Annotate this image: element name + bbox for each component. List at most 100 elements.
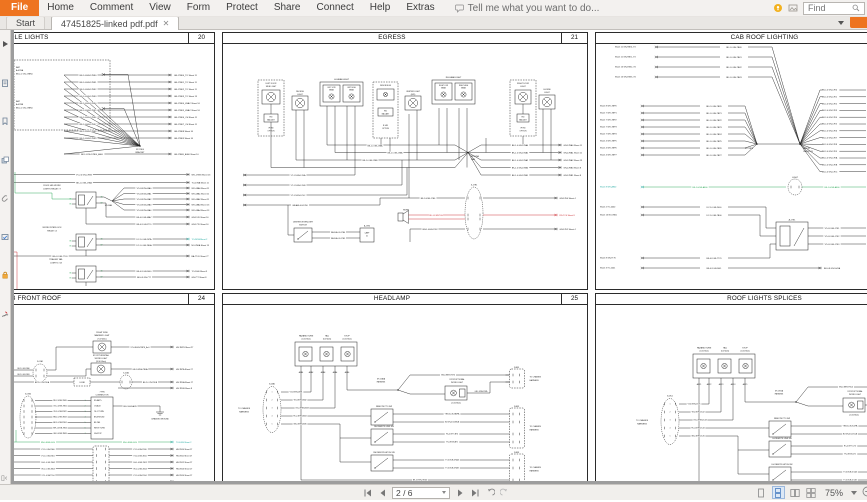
snapshot-icon[interactable] [788, 3, 798, 13]
menu-item-help[interactable]: Help [362, 0, 399, 16]
menu-item-extras[interactable]: Extras [398, 0, 442, 16]
svg-text:HC-0.8/TY-B70: HC-0.8/TY-B70 [446, 434, 458, 436]
prev-view-icon[interactable] [484, 487, 495, 498]
menu-item-protect[interactable]: Protect [218, 0, 266, 16]
menu-item-view[interactable]: View [141, 0, 179, 16]
panel-header: HEADLAMP 25 [223, 294, 587, 305]
panel-header: ROOF LIGHTS SPLICES [596, 294, 867, 305]
bookmarks-icon[interactable] [1, 112, 9, 120]
svg-text:Sheet 2 TO-2400: Sheet 2 TO-2400 [600, 206, 616, 209]
svg-text:BK-1.0 GN-17BB: BK-1.0 GN-17BB [363, 160, 378, 162]
svg-text:(5.00 Watts): (5.00 Watts) [721, 350, 730, 353]
svg-text:YE/LB-0.8-GB0PA: YE/LB-0.8-GB0PA [445, 413, 460, 416]
svg-text:OG-1.0 GN-TB02: OG-1.0 GN-TB02 [41, 462, 55, 464]
menu-item-form[interactable]: Form [179, 0, 218, 16]
svg-text:HS-TR0A Sheet 27: HS-TR0A Sheet 27 [176, 381, 194, 384]
signature-icon[interactable] [1, 305, 9, 313]
svg-text:BK-1.0 GN-17K0: BK-1.0 GN-17K0 [822, 90, 838, 92]
svg-text:RIGHT HIGH: RIGHT HIGH [459, 85, 469, 87]
page-thumbnails-icon[interactable] [1, 74, 9, 82]
svg-text:85: 85 [70, 278, 72, 280]
svg-text:HS-TR0B Sheet 8: HS-TR0B Sheet 8 [176, 387, 193, 390]
expand-panel-icon[interactable] [1, 35, 9, 43]
document-tab-start[interactable]: Start [6, 16, 45, 29]
svg-text:X-08B2: X-08B2 [514, 406, 519, 408]
svg-text:YE-1.0/GN-TB22: YE-1.0/GN-TB22 [53, 411, 66, 413]
collapse-panel-icon[interactable]: ▯‹ [1, 475, 7, 482]
svg-text:HS-TB14 Sheet 27: HS-TB14 Sheet 27 [176, 474, 192, 477]
svg-text:TY-0.8/LB-GC0A: TY-0.8/LB-GC0A [843, 471, 857, 474]
search-icon[interactable] [852, 4, 860, 12]
svg-text:LIGHT: LIGHT [544, 92, 550, 94]
last-page-icon[interactable] [469, 487, 480, 498]
svg-text:BK-1.0 GN-17BB1: BK-1.0 GN-17BB1 [512, 175, 529, 177]
find-box[interactable] [803, 2, 865, 15]
tab-close-icon[interactable]: ✕ [163, 20, 170, 28]
form-fields-icon[interactable] [1, 228, 9, 236]
menu-item-share[interactable]: Share [266, 0, 309, 16]
svg-text:BK-1.0 GN-TBK0: BK-1.0 GN-TBK0 [726, 47, 742, 49]
svg-text:BK-1.0 GN-17BA0: BK-1.0 GN-17BA0 [512, 144, 529, 147]
layers-icon[interactable] [1, 151, 9, 159]
svg-text:WORK INTERLOCK: WORK INTERLOCK [43, 227, 63, 229]
svg-text:BK-2.0 CN-TR0A: BK-2.0 CN-TR0A [35, 381, 50, 384]
wiring-diagram-svg: BATA-07BABK-1.0 CN-17BK0BATA-07BBBK-1.0 … [14, 44, 214, 290]
svg-text:HS-TB11 Sheet 27: HS-TB11 Sheet 27 [176, 454, 192, 457]
svg-text:OPTION: OPTION [268, 131, 276, 133]
menu-item-comment[interactable]: Comment [82, 0, 141, 16]
next-view-icon[interactable] [499, 487, 510, 498]
svg-text:WO-17MG Sheet 13: WO-17MG Sheet 13 [192, 173, 212, 176]
page-number-input[interactable]: 2 / 6 [392, 487, 450, 499]
page-dropdown-icon[interactable] [442, 491, 446, 494]
svg-text:3: 3 [272, 408, 273, 410]
find-input[interactable] [806, 2, 850, 14]
svg-text:GN-STOP: GN-STOP [94, 433, 103, 435]
tell-me-bubble-icon [455, 4, 464, 13]
file-button[interactable]: File [0, 0, 39, 16]
svg-text:BK-1.0 GN-TBP3: BK-1.0 GN-TBP3 [706, 127, 722, 129]
svg-text:TO CHASSIS: TO CHASSIS [530, 425, 542, 428]
continuous-icon[interactable] [772, 486, 785, 499]
svg-text:BK-1.0 GN-17K5: BK-1.0 GN-17K5 [822, 124, 838, 126]
prev-page-icon[interactable] [377, 487, 388, 498]
facing-icon[interactable] [790, 487, 801, 498]
svg-text:BK-1.0 GN-TBK1: BK-1.0 GN-TBK1 [726, 57, 742, 59]
svg-text:5: 5 [272, 424, 273, 426]
svg-text:GN-0.8/BY-TNT0: GN-0.8/BY-TNT0 [441, 375, 455, 377]
svg-text:BK-1.0/GN-17BK1: BK-1.0/GN-17BK1 [80, 82, 98, 84]
notification-icon[interactable] [773, 3, 783, 13]
svg-text:01: 01 [366, 236, 368, 238]
svg-text:WORK LIGHT: WORK LIGHT [451, 382, 464, 384]
svg-text:HAZARD/TURN: HAZARD/TURN [697, 347, 712, 350]
panel-page-number: 21 [561, 33, 587, 43]
first-page-icon[interactable] [362, 487, 373, 498]
single-page-icon[interactable] [756, 487, 767, 498]
toolbar-dropdown-icon[interactable] [838, 21, 844, 25]
svg-text:TO-24TA Sheet 2: TO-24TA Sheet 2 [192, 238, 209, 241]
svg-text:GN-17BK6_CH Sheet 11: GN-17BK6_CH Sheet 11 [174, 116, 198, 119]
svg-text:VT-0.8/CN-08A4: VT-0.8/CN-08A4 [137, 209, 153, 212]
next-page-icon[interactable] [454, 487, 465, 498]
menu-item-home[interactable]: Home [39, 0, 82, 16]
svg-text:Sheet 7 WO-TBP3: Sheet 7 WO-TBP3 [600, 126, 617, 129]
svg-text:GN-17BK2_TO Sheet 11: GN-17BK2_TO Sheet 11 [174, 88, 198, 91]
menu-item-connect[interactable]: Connect [309, 0, 362, 16]
document-tab-active[interactable]: 47451825-linked pdf.pdf✕ [51, 16, 179, 30]
svg-text:BK-1.0 CN-17BK0: BK-1.0 CN-17BK0 [16, 107, 33, 109]
svg-text:GN-17BA0 Sheet 11: GN-17BA0 Sheet 11 [564, 144, 583, 147]
svg-text:VT-0.8 GN-17K2: VT-0.8 GN-17K2 [825, 236, 841, 238]
security-icon[interactable] [1, 266, 9, 274]
svg-text:TO CHASSIS: TO CHASSIS [238, 407, 251, 410]
document-viewport[interactable]: CONSOLE LIGHTS 20 BATA-07BABK-1.0 CN-17B… [11, 30, 867, 485]
svg-text:4: 4 [272, 416, 273, 418]
zoom-out-icon[interactable] [862, 484, 867, 502]
attachments-icon[interactable] [1, 189, 9, 197]
zoom-caret-icon[interactable] [851, 491, 857, 495]
svg-text:LH REMOTE LINK SW: LH REMOTE LINK SW [772, 438, 792, 440]
continuous-facing-icon[interactable] [806, 487, 817, 498]
svg-text:SWITCH: SWITCH [299, 225, 307, 227]
tab-bar: Start 47451825-linked pdf.pdf✕ [0, 16, 867, 30]
tell-me-search[interactable]: Tell me what you want to do... [455, 3, 600, 14]
upgrade-badge[interactable] [850, 16, 867, 28]
svg-text:BK-1.0/GN-17BK2: BK-1.0/GN-17BK2 [80, 89, 98, 91]
